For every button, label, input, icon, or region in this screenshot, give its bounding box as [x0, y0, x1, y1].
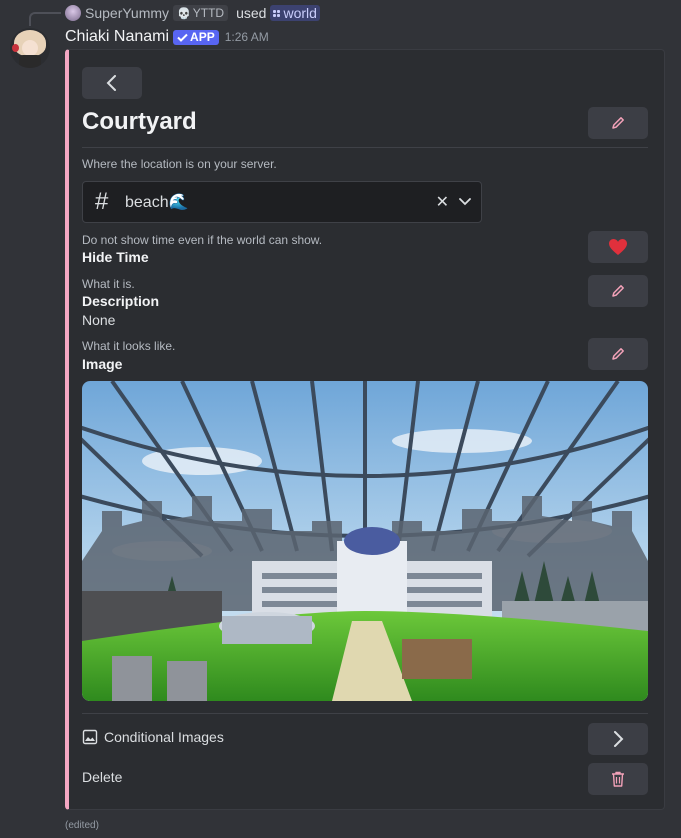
conditional-images-label: Conditional Images — [104, 729, 224, 745]
username[interactable]: Chiaki Nanami — [65, 28, 169, 46]
user-tag: 💀 YTTD — [173, 5, 229, 21]
avatar[interactable] — [10, 28, 50, 68]
description-hint: What it is. — [82, 277, 135, 291]
hide-time-toggle-button[interactable] — [588, 231, 648, 263]
hide-time-label: Hide Time — [82, 249, 149, 265]
conditional-images-row: Conditional Images — [82, 729, 224, 745]
command-mention[interactable]: world — [270, 5, 320, 21]
chevron-left-icon — [106, 75, 116, 91]
chevron-right-icon — [614, 731, 624, 747]
message-header: Chiaki Nanami APP 1:26 AM — [65, 26, 269, 48]
location-title: Courtyard — [82, 108, 197, 135]
hash-icon: # — [95, 188, 109, 215]
skull-icon: 💀 — [177, 7, 191, 20]
description-label: Description — [82, 293, 160, 309]
back-button[interactable] — [82, 67, 142, 99]
hide-time-hint: Do not show time even if the world can s… — [82, 233, 323, 247]
edited-indicator: (edited) — [65, 820, 99, 831]
pencil-icon — [612, 348, 624, 360]
apps-icon — [273, 9, 281, 17]
reply-used-text: used — [236, 5, 267, 21]
delete-label: Delete — [82, 769, 123, 785]
heart-icon — [609, 239, 627, 255]
image-icon — [82, 729, 98, 745]
pencil-icon — [612, 117, 624, 129]
app-badge: APP — [173, 29, 219, 45]
channel-select[interactable]: # beach🌊 ✕ — [82, 181, 482, 223]
image-label: Image — [82, 356, 123, 372]
checkmark-icon — [177, 33, 188, 42]
conditional-images-button[interactable] — [588, 723, 648, 755]
description-value: None — [82, 312, 116, 328]
divider — [82, 147, 648, 148]
close-icon[interactable]: ✕ — [436, 192, 449, 212]
reply-connector — [29, 12, 61, 26]
location-image[interactable] — [82, 381, 648, 701]
reply-username[interactable]: SuperYummy — [85, 5, 169, 21]
edit-description-button[interactable] — [588, 275, 648, 307]
edit-image-button[interactable] — [588, 338, 648, 370]
embed-card: Courtyard Where the location is on your … — [65, 49, 665, 810]
timestamp: 1:26 AM — [224, 30, 269, 44]
delete-button[interactable] — [588, 763, 648, 795]
location-hint: Where the location is on your server. — [82, 157, 277, 171]
image-hint: What it looks like. — [82, 339, 176, 353]
trash-icon — [612, 771, 624, 787]
reply-context[interactable]: SuperYummy 💀 YTTD used world — [65, 4, 320, 22]
chevron-down-icon[interactable] — [459, 198, 471, 206]
reply-avatar[interactable] — [65, 5, 81, 21]
pencil-icon — [612, 285, 624, 297]
edit-title-button[interactable] — [588, 107, 648, 139]
divider — [82, 713, 648, 714]
selected-channel: beach🌊 — [125, 194, 189, 211]
